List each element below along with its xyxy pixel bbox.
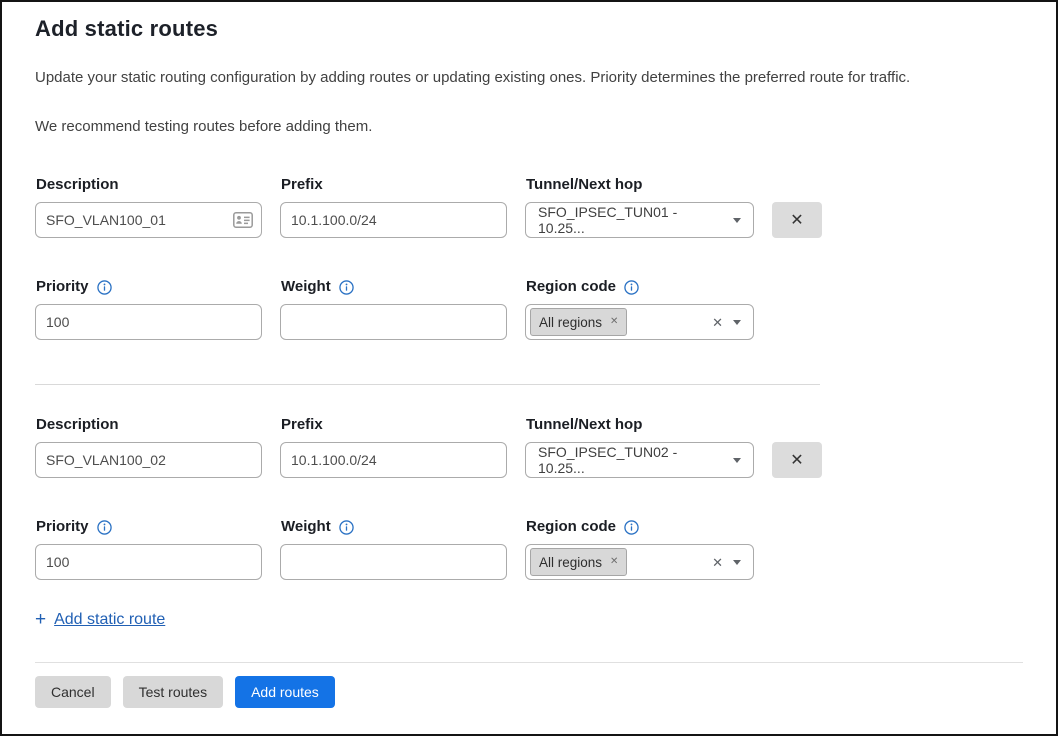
tunnel-next-hop-value: SFO_IPSEC_TUN02 - 10.25... (538, 444, 725, 476)
dialog-recommendation-text: We recommend testing routes before addin… (35, 116, 1023, 137)
tag-remove-icon[interactable]: ✕ (610, 557, 618, 567)
weight-label: Weight (281, 517, 331, 537)
footer-actions: Cancel Test routes Add routes (35, 676, 1023, 708)
prefix-label: Prefix (281, 175, 507, 195)
contact-card-icon[interactable] (233, 212, 253, 228)
page-title: Add static routes (35, 15, 1023, 43)
weight-input[interactable] (280, 544, 507, 580)
dialog-intro-text: Update your static routing configuration… (35, 67, 1023, 88)
remove-route-button[interactable]: ✕ (772, 202, 822, 238)
region-code-label: Region code (526, 277, 616, 297)
test-routes-button[interactable]: Test routes (123, 676, 223, 708)
route-entry-2: Description Prefix Tunnel/Next hop SFO_I… (35, 415, 1023, 580)
route-entry-1: Description (35, 175, 1023, 340)
tag-remove-icon[interactable]: ✕ (610, 317, 618, 327)
region-tag: All regions ✕ (530, 308, 627, 336)
description-input[interactable] (35, 442, 262, 478)
tunnel-next-hop-label: Tunnel/Next hop (526, 175, 754, 195)
remove-route-button[interactable]: ✕ (772, 442, 822, 478)
tunnel-next-hop-select[interactable]: SFO_IPSEC_TUN01 - 10.25... (525, 202, 754, 238)
clear-icon[interactable]: ✕ (712, 556, 723, 569)
chevron-down-icon (733, 560, 741, 565)
info-icon[interactable] (339, 280, 354, 295)
plus-icon: + (35, 610, 46, 629)
prefix-input[interactable] (280, 442, 507, 478)
region-code-multiselect[interactable]: All regions ✕ ✕ (525, 544, 754, 580)
description-input[interactable] (35, 202, 262, 238)
info-icon[interactable] (97, 520, 112, 535)
weight-input[interactable] (280, 304, 507, 340)
add-static-route-label: Add static route (54, 611, 165, 629)
region-tag-label: All regions (539, 555, 602, 570)
priority-input[interactable] (35, 304, 262, 340)
prefix-label: Prefix (281, 415, 507, 435)
add-routes-button[interactable]: Add routes (235, 676, 335, 708)
chevron-down-icon (733, 458, 741, 463)
footer-divider (35, 662, 1023, 663)
priority-label: Priority (36, 277, 89, 297)
region-tag: All regions ✕ (530, 548, 627, 576)
chevron-down-icon (733, 218, 741, 223)
add-static-route-link[interactable]: + Add static route (35, 610, 165, 629)
region-code-label: Region code (526, 517, 616, 537)
clear-icon[interactable]: ✕ (712, 316, 723, 329)
weight-label: Weight (281, 277, 331, 297)
region-code-multiselect[interactable]: All regions ✕ ✕ (525, 304, 754, 340)
info-icon[interactable] (624, 520, 639, 535)
tunnel-next-hop-value: SFO_IPSEC_TUN01 - 10.25... (538, 204, 725, 236)
tunnel-next-hop-select[interactable]: SFO_IPSEC_TUN02 - 10.25... (525, 442, 754, 478)
description-label: Description (36, 175, 262, 195)
info-icon[interactable] (97, 280, 112, 295)
region-tag-label: All regions (539, 315, 602, 330)
tunnel-next-hop-label: Tunnel/Next hop (526, 415, 754, 435)
cancel-button[interactable]: Cancel (35, 676, 111, 708)
add-static-routes-dialog: Add static routes Update your static rou… (0, 0, 1058, 736)
info-icon[interactable] (339, 520, 354, 535)
info-icon[interactable] (624, 280, 639, 295)
route-divider (35, 384, 820, 385)
prefix-input[interactable] (280, 202, 507, 238)
description-label: Description (36, 415, 262, 435)
priority-input[interactable] (35, 544, 262, 580)
priority-label: Priority (36, 517, 89, 537)
chevron-down-icon (733, 320, 741, 325)
